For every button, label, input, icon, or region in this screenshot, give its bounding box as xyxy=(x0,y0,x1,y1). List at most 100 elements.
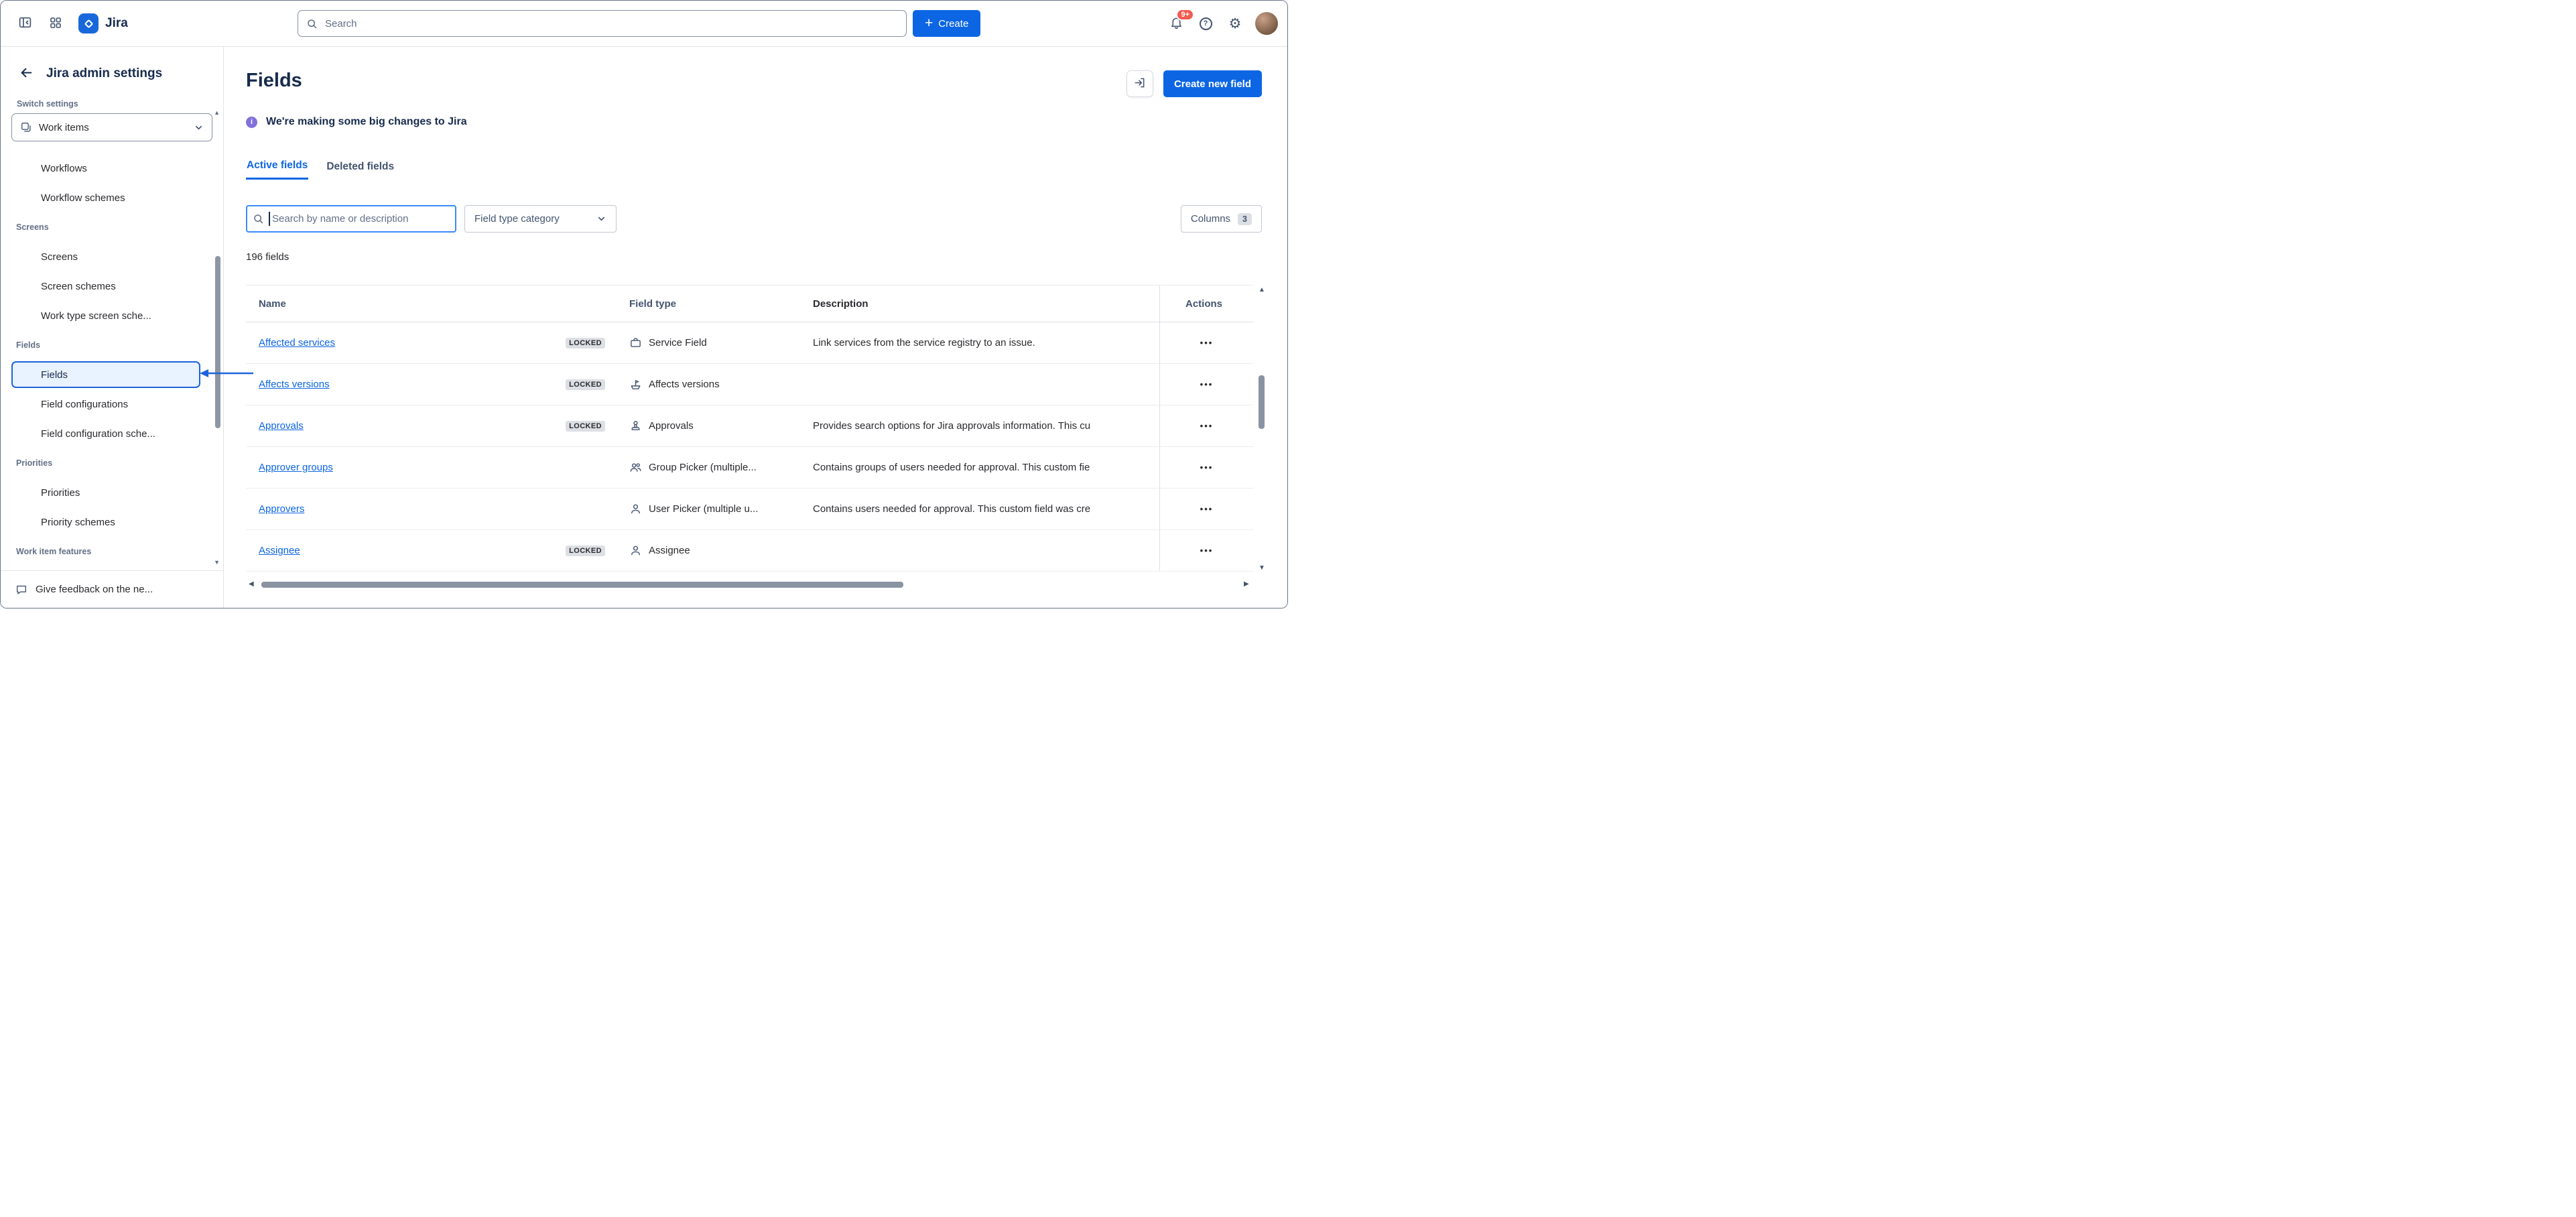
settings-button[interactable]: ⚙ xyxy=(1222,10,1248,37)
notifications-button[interactable]: 9+ xyxy=(1163,10,1189,37)
table-scroll-right-arrow[interactable]: ▶ xyxy=(1244,580,1249,588)
jira-logo-icon xyxy=(78,13,99,34)
settings-switcher-value: Work items xyxy=(39,122,89,133)
feedback-bubble-icon xyxy=(15,584,27,596)
search-icon xyxy=(253,213,264,228)
search-icon xyxy=(306,18,318,33)
field-description: Contains groups of users needed for appr… xyxy=(813,462,1159,473)
row-actions-button[interactable]: ••• xyxy=(1192,541,1222,560)
create-button[interactable]: + Create xyxy=(913,10,980,37)
topbar-right-group: 9+ ? ⚙ xyxy=(1163,1,1278,46)
sidebar-item-workflows[interactable]: Workflows xyxy=(1,153,223,183)
column-header-name: Name xyxy=(246,285,619,322)
sidebar-nav-list: Workflows Workflow schemes Screens Scree… xyxy=(1,153,223,570)
chevron-down-icon xyxy=(194,123,204,133)
info-icon: i xyxy=(246,117,257,128)
row-actions-button[interactable]: ••• xyxy=(1192,500,1222,518)
help-button[interactable]: ? xyxy=(1192,10,1219,37)
gear-icon: ⚙ xyxy=(1229,17,1242,31)
collapse-sidebar-button[interactable] xyxy=(11,10,38,37)
feedback-label: Give feedback on the ne... xyxy=(36,584,153,595)
field-type-label: Service Field xyxy=(649,337,707,348)
sidebar-section-fields: Fields xyxy=(1,330,223,360)
table-scroll-down-arrow[interactable]: ▼ xyxy=(1259,564,1265,572)
table-row: Assignee LOCKED Assignee ••• xyxy=(246,530,1253,572)
create-new-field-button[interactable]: Create new field xyxy=(1163,70,1262,97)
global-search-input[interactable] xyxy=(298,10,907,37)
text-cursor xyxy=(269,212,270,226)
sidebar-item-fields[interactable]: Fields xyxy=(11,361,200,388)
switch-view-button[interactable] xyxy=(1126,70,1153,97)
service-field-icon xyxy=(629,336,642,349)
affects-versions-icon xyxy=(629,378,642,391)
settings-switcher-dropdown[interactable]: Work items xyxy=(11,113,212,141)
column-header-field-type: Field type xyxy=(619,285,813,322)
user-avatar[interactable] xyxy=(1255,12,1278,35)
field-type-category-dropdown[interactable]: Field type category xyxy=(464,205,617,233)
locked-badge: LOCKED xyxy=(566,421,605,432)
table-scroll-up-arrow[interactable]: ▲ xyxy=(1259,286,1265,294)
sidebar-scroll-down-arrow[interactable]: ▼ xyxy=(214,559,220,566)
plus-icon: + xyxy=(925,16,933,30)
row-actions-button[interactable]: ••• xyxy=(1192,458,1222,476)
field-name-link[interactable]: Approvals xyxy=(259,420,304,432)
field-name-link[interactable]: Affects versions xyxy=(259,379,330,390)
row-actions-button[interactable]: ••• xyxy=(1192,417,1222,435)
sidebar-item-screens[interactable]: Screens xyxy=(1,242,223,271)
announcement-banner: i We're making some big changes to Jira xyxy=(246,116,467,128)
sidebar-item-workflow-schemes[interactable]: Workflow schemes xyxy=(1,183,223,212)
group-picker-icon xyxy=(629,461,642,474)
columns-button[interactable]: Columns 3 xyxy=(1181,205,1262,233)
sidebar-scroll-up-arrow[interactable]: ▲ xyxy=(214,109,220,116)
field-type-label: Assignee xyxy=(649,545,690,556)
sidebar-header: Jira admin settings xyxy=(1,47,223,84)
row-actions-button[interactable]: ••• xyxy=(1192,334,1222,352)
field-description: Provides search options for Jira approva… xyxy=(813,420,1159,432)
locked-badge: LOCKED xyxy=(566,338,605,348)
user-picker-icon xyxy=(629,503,642,515)
fields-search-input[interactable] xyxy=(246,205,456,233)
column-header-description: Description xyxy=(813,298,1159,310)
field-name-link[interactable]: Approvers xyxy=(259,503,304,515)
fields-count: 196 fields xyxy=(246,251,289,263)
sidebar-scrollbar-thumb[interactable] xyxy=(215,256,220,428)
topbar-left-group: Jira xyxy=(11,1,128,46)
switch-settings-label: Switch settings xyxy=(1,99,223,109)
admin-settings-sidebar: Jira admin settings Switch settings Work… xyxy=(1,47,224,608)
main-content: Fields Create new field i We're making s… xyxy=(224,47,1287,608)
field-name-link[interactable]: Approver groups xyxy=(259,462,333,473)
sidebar-item-priority-schemes[interactable]: Priority schemes xyxy=(1,507,223,537)
fields-tabs: Active fields Deleted fields xyxy=(246,159,395,180)
field-name-link[interactable]: Affected services xyxy=(259,337,335,348)
field-description: Contains users needed for approval. This… xyxy=(813,503,1159,515)
field-type-label: Affects versions xyxy=(649,379,720,390)
table-row: Approvals LOCKED Approvals Provides sear… xyxy=(246,405,1253,447)
field-type-label: User Picker (multiple u... xyxy=(649,503,758,515)
column-header-actions: Actions xyxy=(1159,285,1253,322)
back-button[interactable] xyxy=(15,63,37,84)
row-actions-button[interactable]: ••• xyxy=(1192,375,1222,393)
tab-active-fields[interactable]: Active fields xyxy=(246,159,308,180)
locked-badge: LOCKED xyxy=(566,379,605,390)
sidebar-item-screen-schemes[interactable]: Screen schemes xyxy=(1,271,223,301)
chevron-down-icon xyxy=(596,214,606,224)
table-vertical-scrollbar-thumb[interactable] xyxy=(1259,375,1265,429)
app-switcher-icon xyxy=(49,16,62,31)
field-type-label: Group Picker (multiple... xyxy=(649,462,757,473)
sidebar-item-priorities[interactable]: Priorities xyxy=(1,478,223,507)
sidebar-item-field-configurations[interactable]: Field configurations xyxy=(1,389,223,419)
tab-deleted-fields[interactable]: Deleted fields xyxy=(326,159,395,180)
table-scroll-left-arrow[interactable]: ◀ xyxy=(249,580,254,588)
jira-brand[interactable]: Jira xyxy=(78,13,128,34)
app-name: Jira xyxy=(105,16,128,31)
feedback-button[interactable]: Give feedback on the ne... xyxy=(1,570,223,608)
page-header-actions: Create new field xyxy=(1126,70,1262,97)
field-name-link[interactable]: Assignee xyxy=(259,545,300,556)
work-items-icon xyxy=(20,121,32,133)
sidebar-item-work-type-screen-schemes[interactable]: Work type screen sche... xyxy=(1,301,223,330)
sidebar-item-field-configuration-schemes[interactable]: Field configuration sche... xyxy=(1,419,223,448)
app-switcher-button[interactable] xyxy=(42,10,69,37)
assignee-icon xyxy=(629,544,642,557)
table-horizontal-scrollbar-thumb[interactable] xyxy=(261,582,903,588)
approvals-icon xyxy=(629,420,642,432)
